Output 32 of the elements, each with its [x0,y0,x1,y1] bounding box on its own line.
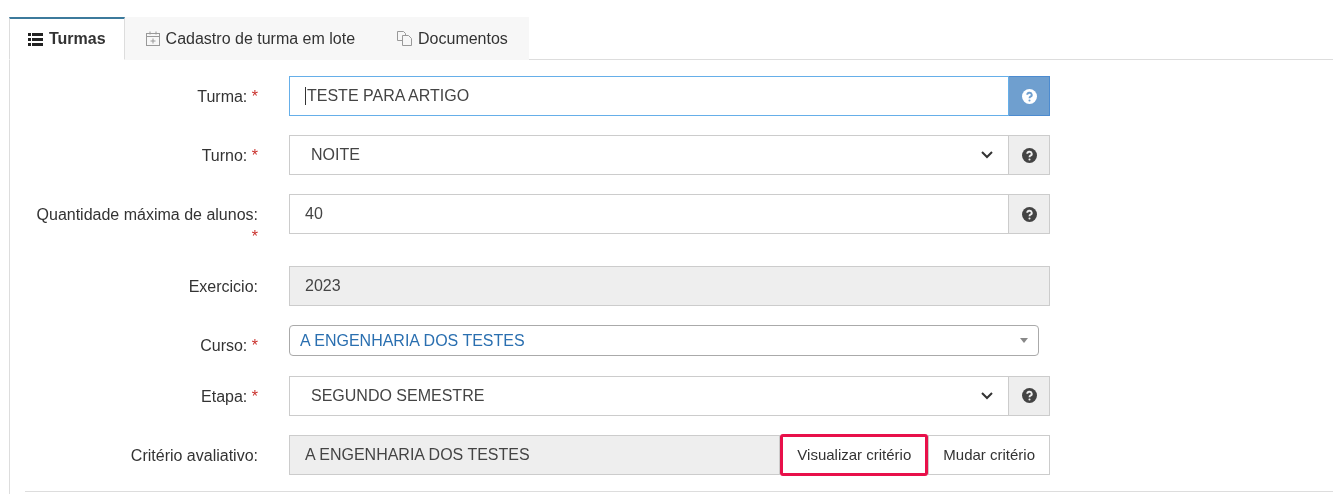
chevron-icon [981,391,993,400]
help-icon [1021,388,1037,404]
select-field[interactable]: NOITE [289,135,1009,175]
help-button[interactable] [1009,194,1050,234]
field-label: Curso: * [199,336,258,357]
tab[interactable]: Documentos [376,17,529,60]
field-label: Quantidade máxima de alunos: * [35,205,258,247]
help-icon [1021,206,1037,222]
tab[interactable]: Turmas [9,17,125,60]
input-field[interactable]: TESTE PARA ARTIGO [289,76,1009,116]
input-field: 2023 [289,266,1050,307]
chevron-icon [981,151,993,159]
field-label: Exercicio: [187,277,258,298]
help-icon [1021,88,1037,104]
field-label: Turma: * [196,87,258,107]
field-label: Critério avaliativo: [129,445,258,466]
select-field[interactable]: SEGUNDO SEMESTRE [289,375,1009,416]
field-label: Turno: * [200,146,258,166]
tab[interactable]: Cadastro de turma em lote [124,17,377,60]
field-label: Etapa: * [200,386,258,407]
help-button[interactable] [1009,375,1050,416]
input-field[interactable]: 40 [289,194,1009,234]
caret-icon [1020,338,1028,344]
button[interactable]: Mudar critério [928,434,1050,475]
input-field: A ENGENHARIA DOS TESTES [289,434,781,475]
button[interactable]: Visualizar critério [780,433,929,476]
copy-icon [397,31,413,46]
select-field[interactable]: A ENGENHARIA DOS TESTES [289,325,1039,357]
help-button[interactable] [1009,135,1050,175]
list-icon [28,32,43,46]
help-icon [1021,147,1037,163]
calendar-icon [145,31,160,46]
